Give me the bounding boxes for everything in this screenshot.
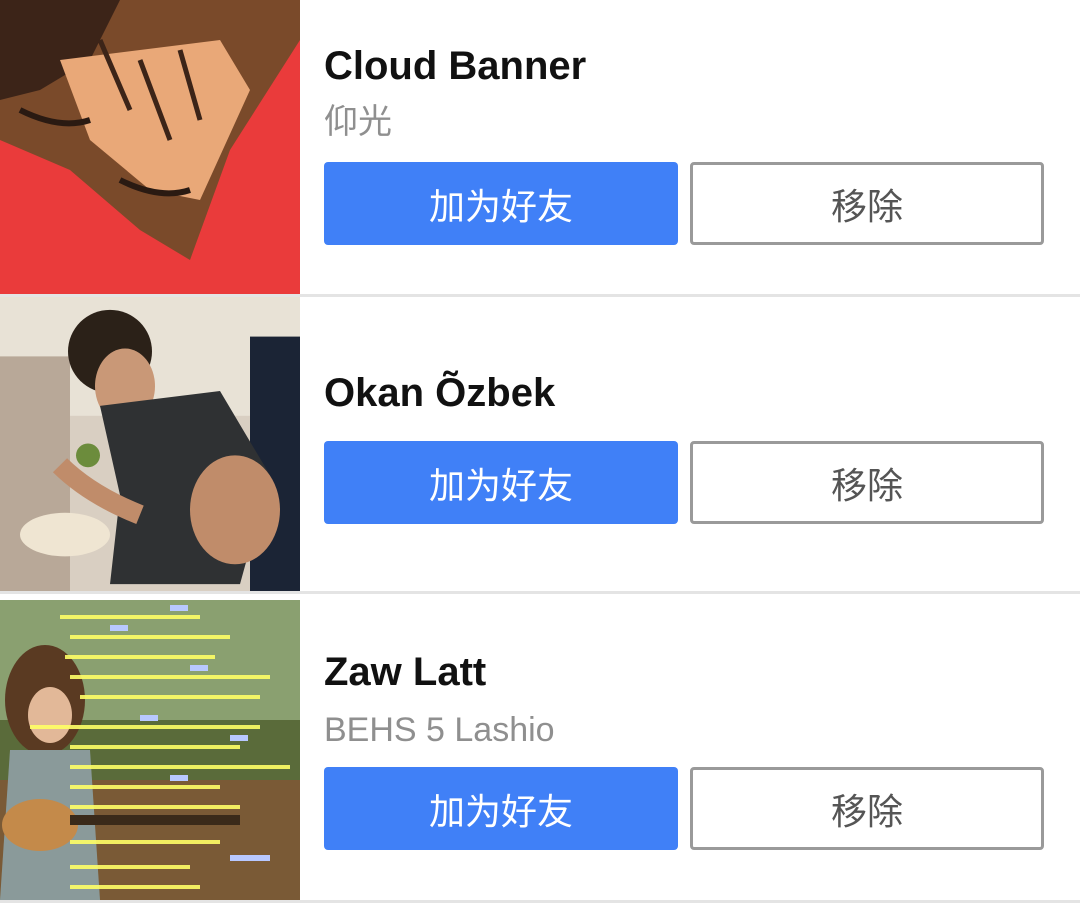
friend-name[interactable]: Zaw Latt — [324, 648, 486, 696]
add-friend-button[interactable]: 加为好友 — [324, 162, 678, 245]
friend-subtitle: BEHS 5 Lashio — [324, 711, 555, 749]
friend-name[interactable]: Okan Õzbek — [324, 369, 555, 417]
remove-button[interactable]: 移除 — [690, 162, 1044, 245]
action-buttons: 加为好友 移除 — [324, 162, 1044, 245]
avatar[interactable] — [0, 600, 300, 900]
avatar[interactable] — [0, 297, 300, 591]
avatar[interactable] — [0, 0, 300, 294]
add-friend-button[interactable]: 加为好友 — [324, 767, 678, 850]
remove-button[interactable]: 移除 — [690, 441, 1044, 524]
remove-button[interactable]: 移除 — [690, 767, 1044, 850]
friend-suggestion-list: Cloud Banner 仰光 加为好友 移除 Okan Õzbek 加为好友 … — [0, 0, 1080, 903]
action-buttons: 加为好友 移除 — [324, 767, 1044, 850]
friend-subtitle: 仰光 — [324, 103, 392, 141]
friend-name[interactable]: Cloud Banner — [324, 42, 586, 90]
friend-suggestion-item: Zaw Latt BEHS 5 Lashio 加为好友 移除 — [0, 600, 1080, 903]
friend-suggestion-item: Cloud Banner 仰光 加为好友 移除 — [0, 0, 1080, 297]
friend-suggestion-item: Okan Õzbek 加为好友 移除 — [0, 297, 1080, 594]
action-buttons: 加为好友 移除 — [324, 441, 1044, 524]
add-friend-button[interactable]: 加为好友 — [324, 441, 678, 524]
